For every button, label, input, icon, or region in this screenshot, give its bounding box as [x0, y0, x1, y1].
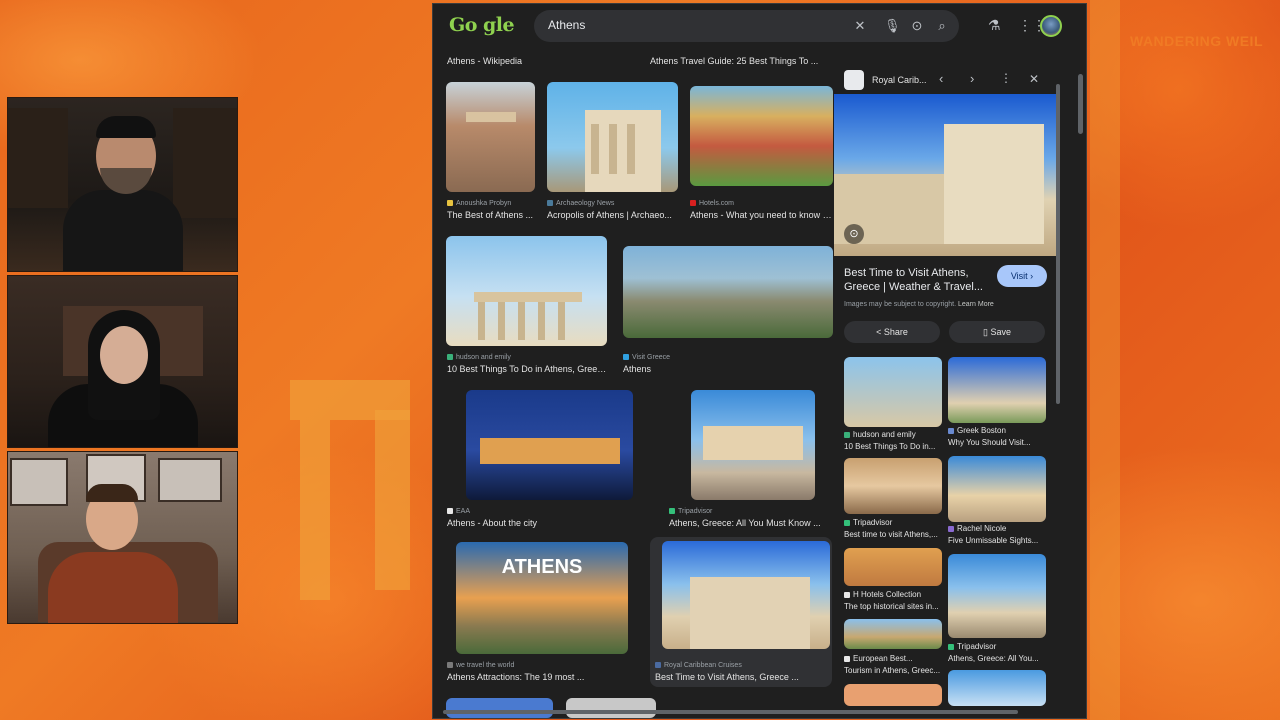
search-input[interactable]: Athens [548, 18, 585, 32]
related-title[interactable]: Best time to visit Athens,... [844, 530, 942, 539]
related-image[interactable] [844, 357, 942, 427]
visit-label: Visit [1010, 271, 1028, 281]
result-source: hudson and emily [456, 354, 511, 361]
google-logo[interactable]: Go gle [449, 14, 515, 36]
related-source: Tripadvisor [853, 518, 893, 527]
related-source: H Hotels Collection [853, 590, 922, 599]
image-result[interactable] [690, 86, 833, 186]
copyright-text: Images may be subject to copyright. [844, 301, 957, 308]
image-result[interactable] [623, 246, 833, 338]
more-options-icon[interactable]: ⋮ [1000, 71, 1012, 85]
result-source: Visit Greece [632, 354, 670, 361]
panel-scrollbar[interactable] [1056, 84, 1060, 404]
panel-title[interactable]: Best Time to Visit Athens, Greece | Weat… [844, 266, 992, 294]
result-title[interactable]: Athens - Wikipedia [447, 56, 627, 66]
result-source: Royal Caribbean Cruises [664, 662, 742, 669]
related-image[interactable] [844, 458, 942, 514]
related-source: Rachel Nicole [957, 524, 1007, 533]
related-title[interactable]: Five Unmissable Sights... [948, 536, 1046, 545]
related-title[interactable]: Why You Should Visit... [948, 438, 1046, 447]
visit-button[interactable]: Visit › [997, 265, 1047, 287]
related-image[interactable] [844, 619, 942, 649]
search-box[interactable]: Athens ✕ 🎙 ⊙ ⌕ [534, 10, 959, 42]
learn-more-link[interactable]: Learn More [958, 301, 994, 308]
webcam-feed-3 [7, 451, 238, 624]
lens-icon[interactable]: ⊙ [844, 224, 864, 244]
result-title[interactable]: Acropolis of Athens | Archaeo... [547, 210, 679, 220]
image-result[interactable] [446, 236, 607, 346]
result-title[interactable]: Athens, Greece: All You Must Know ... [669, 518, 831, 528]
background-pillar [375, 410, 410, 590]
vertical-scrollbar[interactable] [1078, 74, 1083, 134]
related-image[interactable] [948, 357, 1046, 423]
webcam-feed-1 [7, 97, 238, 272]
horizontal-scrollbar[interactable] [443, 710, 1018, 714]
overlay-brand-logo: WANDERING WEIL [1130, 33, 1263, 49]
related-title[interactable]: 10 Best Things To Do in... [844, 442, 942, 451]
browser-window: Go gle Athens ✕ 🎙 ⊙ ⌕ ⚗ ⋮⋮ Athens - Wiki… [432, 3, 1087, 719]
related-image[interactable] [844, 684, 942, 706]
result-title[interactable]: 10 Best Things To Do in Athens, Greec... [447, 364, 609, 374]
related-title[interactable]: Tourism in Athens, Greec... [844, 666, 942, 675]
result-source: Hotels.com [699, 200, 735, 207]
bookmark-icon: ▯ [983, 327, 988, 337]
result-source: EAA [456, 508, 471, 515]
related-title[interactable]: The top historical sites in... [844, 602, 942, 611]
labs-icon[interactable]: ⚗ [988, 17, 1001, 34]
related-title[interactable]: Athens, Greece: All You... [948, 654, 1046, 663]
search-icon[interactable]: ⌕ [934, 18, 950, 34]
related-source: hudson and emily [853, 430, 916, 439]
related-image[interactable] [844, 548, 942, 586]
result-title[interactable]: Athens [623, 364, 823, 374]
image-result[interactable]: ATHENS [456, 542, 628, 654]
avatar[interactable] [1040, 15, 1062, 37]
close-icon[interactable]: ✕ [1029, 72, 1039, 86]
google-header: Go gle Athens ✕ 🎙 ⊙ ⌕ ⚗ ⋮⋮ [433, 4, 1086, 48]
related-image[interactable] [948, 554, 1046, 638]
panel-source[interactable]: Royal Carib... [872, 75, 927, 85]
image-result[interactable] [446, 698, 553, 718]
image-results: Athens - Wikipedia Athens Travel Guide: … [433, 48, 833, 718]
chevron-left-icon[interactable]: ‹ [939, 71, 943, 86]
result-source: Anoushka Probyn [456, 200, 512, 207]
related-source: European Best... [853, 654, 913, 663]
lens-icon[interactable]: ⊙ [909, 18, 925, 34]
background-pillar [300, 420, 330, 600]
chevron-right-icon[interactable]: › [970, 71, 974, 86]
share-button[interactable]: < Share [844, 321, 940, 343]
preview-image[interactable]: ⊙ [834, 94, 1056, 256]
save-label: Save [990, 327, 1011, 337]
share-icon: < [876, 327, 882, 337]
related-source: Tripadvisor [957, 642, 997, 651]
image-result[interactable] [566, 698, 656, 718]
image-result[interactable] [466, 390, 633, 500]
image-preview-panel: Royal Carib... ‹ › ⋮ ✕ ⊙ Best Time to Vi… [834, 66, 1070, 706]
related-source: Greek Boston [957, 426, 1006, 435]
source-favicon [844, 70, 864, 90]
result-title[interactable]: Athens - What you need to know b... [690, 210, 832, 220]
image-result[interactable] [446, 82, 535, 192]
result-title[interactable]: Athens Attractions: The 19 most ... [447, 672, 627, 682]
result-title[interactable]: Athens Travel Guide: 25 Best Things To .… [650, 56, 830, 66]
mic-icon[interactable]: 🎙 [884, 18, 901, 34]
image-result[interactable] [547, 82, 678, 192]
background-pillar [1090, 0, 1120, 720]
share-label: Share [883, 327, 908, 337]
result-title[interactable]: Best Time to Visit Athens, Greece ... [655, 672, 825, 682]
result-source: Tripadvisor [678, 508, 713, 515]
save-button[interactable]: ▯ Save [949, 321, 1045, 343]
result-source: we travel the world [456, 662, 515, 669]
webcam-feed-2 [7, 275, 238, 448]
image-overlay-text: ATHENS [501, 556, 583, 578]
related-image[interactable] [948, 670, 1046, 706]
image-result[interactable] [691, 390, 815, 500]
related-image[interactable] [948, 456, 1046, 522]
result-title[interactable]: Athens - About the city [447, 518, 627, 528]
result-source: Archaeology News [556, 200, 615, 207]
close-icon[interactable]: ✕ [852, 18, 868, 34]
result-title[interactable]: The Best of Athens ... [447, 210, 537, 220]
